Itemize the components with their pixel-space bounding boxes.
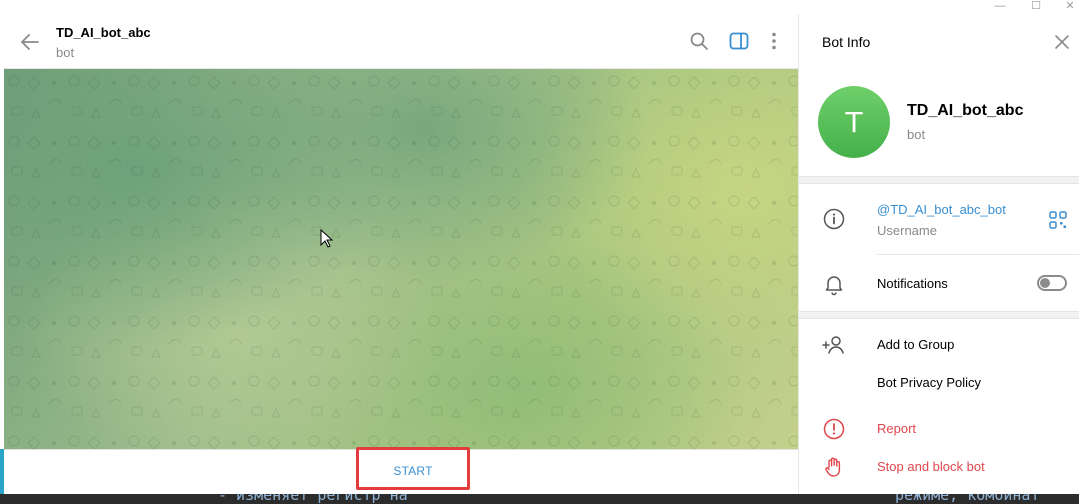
doodle-pattern xyxy=(4,69,798,449)
maximize-window-button[interactable]: ☐ xyxy=(1026,0,1046,12)
chat-title[interactable]: TD_AI_bot_abc xyxy=(56,25,151,40)
minimize-window-button[interactable]: — xyxy=(990,0,1010,12)
notifications-toggle[interactable] xyxy=(1037,275,1067,291)
close-icon[interactable] xyxy=(1053,33,1071,51)
hand-stop-icon xyxy=(825,457,841,477)
window-titlebar: — ☐ ✕ xyxy=(0,0,1079,14)
start-button[interactable]: START xyxy=(356,447,470,490)
toggle-knob xyxy=(1040,278,1050,288)
add-to-group-button[interactable]: Add to Group xyxy=(877,337,954,352)
notifications-label: Notifications xyxy=(877,276,948,291)
report-icon xyxy=(823,418,845,440)
add-user-icon xyxy=(822,336,844,354)
arrow-left-icon[interactable] xyxy=(18,30,42,54)
chat-background xyxy=(4,69,798,449)
background-text-right: режиме, комбинат xyxy=(895,494,1040,504)
search-icon[interactable] xyxy=(687,29,711,53)
qr-code-icon[interactable] xyxy=(1048,210,1068,230)
username-caption: Username xyxy=(877,223,937,238)
bot-info-panel: Bot Info T TD_AI_bot_abc bot @TD_AI_bot_… xyxy=(798,14,1079,494)
panel-title: Bot Info xyxy=(822,34,871,50)
background-text-left: - изменяет регистр на xyxy=(218,494,408,504)
profile-status: bot xyxy=(907,127,926,142)
mouse-cursor-icon xyxy=(320,229,334,248)
profile-name: TD_AI_bot_abc xyxy=(907,102,1024,119)
section-divider xyxy=(799,176,1079,184)
info-icon xyxy=(823,208,845,230)
bot-privacy-policy-button[interactable]: Bot Privacy Policy xyxy=(877,375,981,390)
chat-header: TD_AI_bot_abc bot xyxy=(4,14,798,69)
start-button-label: START xyxy=(393,463,433,478)
section-divider xyxy=(799,311,1079,319)
bell-icon xyxy=(825,276,843,296)
close-window-button[interactable]: ✕ xyxy=(1060,0,1079,12)
username-link[interactable]: @TD_AI_bot_abc_bot xyxy=(877,202,1006,217)
more-vertical-icon[interactable] xyxy=(762,29,786,53)
chat-status: bot xyxy=(56,45,75,60)
avatar[interactable]: T xyxy=(818,86,890,158)
sidebar-toggle-icon[interactable] xyxy=(727,29,751,53)
stop-and-block-bot-button[interactable]: Stop and block bot xyxy=(877,459,985,474)
report-button[interactable]: Report xyxy=(877,421,916,436)
background-window-strip: - изменяет регистр на режиме, комбинат xyxy=(0,494,1079,504)
row-divider xyxy=(877,254,1079,255)
avatar-letter: T xyxy=(845,105,863,139)
